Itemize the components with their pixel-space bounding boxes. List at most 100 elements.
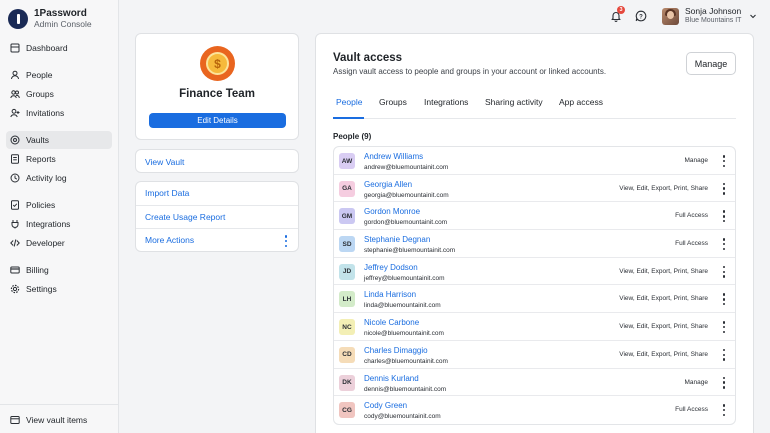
person-name-link[interactable]: Andrew Williams [364, 152, 423, 161]
row-more-options-icon[interactable] [722, 321, 726, 334]
sidebar-footer: View vault items [0, 404, 119, 433]
view-vault-card: View Vault [135, 149, 299, 173]
person-email: linda@bluemountainit.com [364, 302, 441, 310]
developer-icon [10, 238, 20, 248]
person-initials-avatar: NC [339, 319, 355, 336]
sidebar-item-settings[interactable]: Settings [6, 280, 112, 298]
brand-subtitle: Admin Console [34, 19, 92, 29]
person-access-level: Manage [684, 378, 709, 386]
sidebar-item-label: Integrations [26, 219, 71, 229]
view-vault-link[interactable]: View Vault [136, 150, 298, 174]
create-usage-report-link[interactable]: Create Usage Report [136, 205, 298, 229]
sidebar-item-label: Groups [26, 89, 54, 99]
sidebar-item-activity-log[interactable]: Activity log [6, 169, 112, 187]
person-name-link[interactable]: Georgia Allen [364, 180, 412, 189]
brand-name: 1Password [34, 8, 87, 19]
person-email: stephanie@bluemountainit.com [364, 247, 456, 255]
person-initials-avatar: GM [339, 208, 355, 225]
sidebar: 1Password Admin Console Dashboard People G… [0, 0, 119, 433]
person-email: gordon@bluemountainit.com [364, 219, 448, 227]
person-access-level: View, Edit, Export, Print, Share [619, 323, 708, 331]
row-more-options-icon[interactable] [722, 376, 726, 389]
help-chat-icon: ? [635, 10, 647, 22]
tab-integrations[interactable]: Integrations [424, 97, 468, 107]
sidebar-item-reports[interactable]: Reports [6, 150, 112, 168]
help-button[interactable]: ? [635, 9, 647, 22]
tab-app-access[interactable]: App access [559, 97, 603, 107]
sidebar-item-invitations[interactable]: Invitations [6, 104, 112, 122]
row-more-options-icon[interactable] [722, 155, 726, 167]
person-initials-avatar: GA [339, 180, 355, 197]
row-more-options-icon[interactable] [722, 293, 726, 306]
person-access-level: View, Edit, Export, Print, Share [619, 350, 708, 358]
vault-icon [10, 135, 20, 145]
person-name-link[interactable]: Nicole Carbone [364, 318, 419, 327]
edit-details-button[interactable]: Edit Details [149, 113, 286, 128]
reports-icon [10, 154, 20, 164]
more-actions-kebab-icon[interactable] [284, 235, 288, 247]
sidebar-item-integrations[interactable]: Integrations [6, 215, 112, 233]
person-access-level: View, Edit, Export, Print, Share [619, 295, 708, 303]
actions-card: Import Data Create Usage Report More Act… [135, 181, 299, 252]
sidebar-item-billing[interactable]: Billing [6, 261, 112, 279]
import-data-link[interactable]: Import Data [136, 181, 298, 205]
tab-people[interactable]: People [336, 97, 362, 107]
person-row: DK Dennis Kurland dennis@bluemountainit.co… [334, 369, 735, 397]
tabs-divider [333, 118, 736, 119]
vault-access-title: Vault access [333, 52, 403, 64]
row-more-options-icon[interactable] [722, 238, 726, 251]
people-list: AW Andrew Williams andrew@bluemountainit.c… [333, 146, 736, 425]
row-more-options-icon[interactable] [722, 182, 726, 195]
finance-team-icon: $ [200, 46, 235, 81]
sidebar-item-dashboard[interactable]: Dashboard [6, 39, 112, 57]
person-access-level: Full Access [675, 406, 708, 414]
manage-button[interactable]: Manage [686, 52, 736, 75]
person-name-link[interactable]: Linda Harrison [364, 290, 416, 299]
person-name-link[interactable]: Dennis Kurland [364, 374, 419, 383]
row-more-options-icon[interactable] [722, 348, 726, 361]
person-email: georgia@bluemountainit.com [364, 191, 449, 199]
sidebar-item-label: Invitations [26, 108, 65, 118]
row-more-options-icon[interactable] [722, 404, 726, 417]
person-name-link[interactable]: Gordon Monroe [364, 207, 420, 216]
person-initials-avatar: SD [339, 236, 355, 253]
user-org: Blue Mountains IT [685, 17, 742, 24]
user-name: Sonja Johnson [685, 6, 742, 16]
vault-access-panel: Vault access Assign vault access to peop… [315, 33, 754, 433]
person-email: jeffrey@bluemountainit.com [364, 274, 445, 282]
person-initials-avatar: JD [339, 263, 355, 280]
row-more-options-icon[interactable] [722, 210, 726, 223]
invitations-icon [10, 108, 20, 118]
more-actions-link[interactable]: More Actions [136, 228, 298, 252]
chevron-down-icon [750, 14, 757, 19]
person-initials-avatar: CD [339, 346, 355, 363]
tab-groups[interactable]: Groups [379, 97, 407, 107]
sidebar-item-people[interactable]: People [6, 66, 112, 84]
person-name-link[interactable]: Charles Dimaggio [364, 346, 428, 355]
person-name-link[interactable]: Stephanie Degnan [364, 235, 430, 244]
tab-sharing-activity[interactable]: Sharing activity [485, 97, 543, 107]
sidebar-item-policies[interactable]: Policies [6, 196, 112, 214]
brand[interactable]: 1Password Admin Console [8, 8, 92, 30]
vault-items-icon [10, 415, 20, 425]
sidebar-item-label: Reports [26, 154, 56, 164]
user-menu[interactable]: Sonja Johnson Blue Mountains IT [662, 6, 757, 26]
sidebar-item-label: Vaults [26, 135, 49, 145]
sidebar-item-groups[interactable]: Groups [6, 85, 112, 103]
person-initials-avatar: CG [339, 402, 355, 419]
person-access-level: Manage [684, 157, 709, 164]
row-more-options-icon[interactable] [722, 265, 726, 278]
person-row: GA Georgia Allen georgia@bluemountainit.co… [334, 175, 735, 203]
sidebar-item-vaults[interactable]: Vaults [6, 131, 112, 149]
notifications-button[interactable]: 3 [610, 6, 625, 22]
groups-icon [10, 89, 20, 99]
sidebar-item-label: People [26, 70, 53, 80]
sidebar-item-developer[interactable]: Developer [6, 234, 112, 252]
person-email: andrew@bluemountainit.com [364, 164, 449, 171]
person-name-link[interactable]: Jeffrey Dodson [364, 263, 418, 272]
view-vault-items-button[interactable]: View vault items [6, 411, 112, 429]
person-initials-avatar: LH [339, 291, 355, 308]
person-name-link[interactable]: Cody Green [364, 401, 407, 410]
settings-icon [10, 284, 20, 294]
person-initials-avatar: AW [339, 153, 355, 169]
